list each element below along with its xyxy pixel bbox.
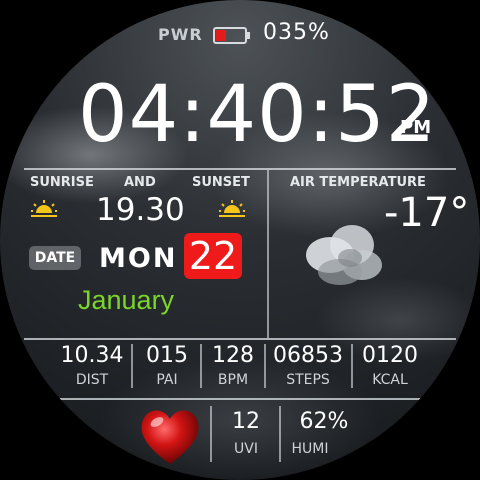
day-of-month: 22 [184,233,242,279]
stat-dist-value: 10.34 [60,343,124,368]
temperature-value: -17° [384,190,470,236]
divider-center [267,170,269,338]
divider-middle [24,338,456,340]
sunrise-label: SUNRISE [30,175,94,190]
air-temperature-label: AIR TEMPERATURE [290,175,426,190]
battery-icon [213,27,250,44]
uvi-value: 12 [232,409,260,434]
date-badge: DATE [29,246,81,270]
stat-kcal-label: KCAL [372,372,408,388]
sunrise-icon [31,200,57,217]
divider-lower [60,398,420,400]
clock-ampm: PM [400,117,432,138]
stat-steps-label: STEPS [286,372,330,388]
power-label: PWR [158,25,203,44]
divider-top [24,168,456,170]
humidity-value: 62% [299,409,349,434]
stat-bpm-label: BPM [217,372,249,388]
heart-icon [141,410,199,464]
cloud-icon [306,225,382,285]
weekday: MON [99,243,178,274]
stat-bpm-value: 128 [212,343,254,368]
month: January [78,285,175,315]
stat-dist-label: DIST [75,372,109,388]
stat-steps-value: 06853 [273,343,343,368]
sun-times-value: 19.30 [96,192,185,228]
stat-divider [264,344,266,388]
clock-time: 04:40:52 [78,70,437,160]
sunset-label: SUNSET [192,175,250,190]
battery-percent: 035% [263,20,330,45]
watch-face: PWR 035% 04:40:52 PM SUNRISE AND SUNSET … [0,0,480,480]
and-label: AND [124,175,156,190]
stat-kcal-value: 0120 [362,343,418,368]
sunset-icon [219,200,245,217]
humidity-label: HUMI [291,441,329,457]
